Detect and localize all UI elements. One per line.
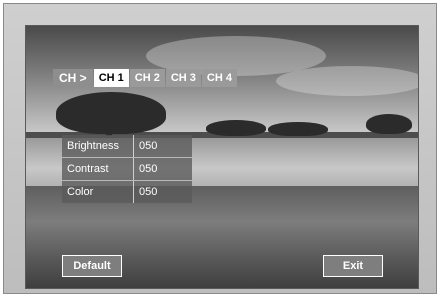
channel-tabs: CH > CH 1 CH 2 CH 3 CH 4 <box>53 69 238 87</box>
color-row[interactable]: Color 050 <box>62 181 193 203</box>
color-label: Color <box>62 181 134 203</box>
default-button[interactable]: Default <box>62 255 122 277</box>
tree <box>366 114 412 134</box>
brightness-row[interactable]: Brightness 050 <box>62 135 193 157</box>
tab-ch1[interactable]: CH 1 <box>93 69 129 87</box>
tree <box>268 122 328 136</box>
cloud <box>276 66 418 96</box>
brightness-value[interactable]: 050 <box>134 135 192 157</box>
contrast-value[interactable]: 050 <box>134 158 192 180</box>
tab-ch2[interactable]: CH 2 <box>129 69 165 87</box>
contrast-label: Contrast <box>62 158 134 180</box>
brightness-label: Brightness <box>62 135 134 157</box>
image-settings-panel: Brightness 050 Contrast 050 Color 050 <box>62 135 193 204</box>
channel-label: CH > <box>53 69 93 87</box>
exit-button[interactable]: Exit <box>323 255 383 277</box>
tab-ch3[interactable]: CH 3 <box>165 69 201 87</box>
color-value[interactable]: 050 <box>134 181 192 203</box>
tree <box>206 120 266 136</box>
contrast-row[interactable]: Contrast 050 <box>62 158 193 180</box>
tab-ch4[interactable]: CH 4 <box>201 69 237 87</box>
